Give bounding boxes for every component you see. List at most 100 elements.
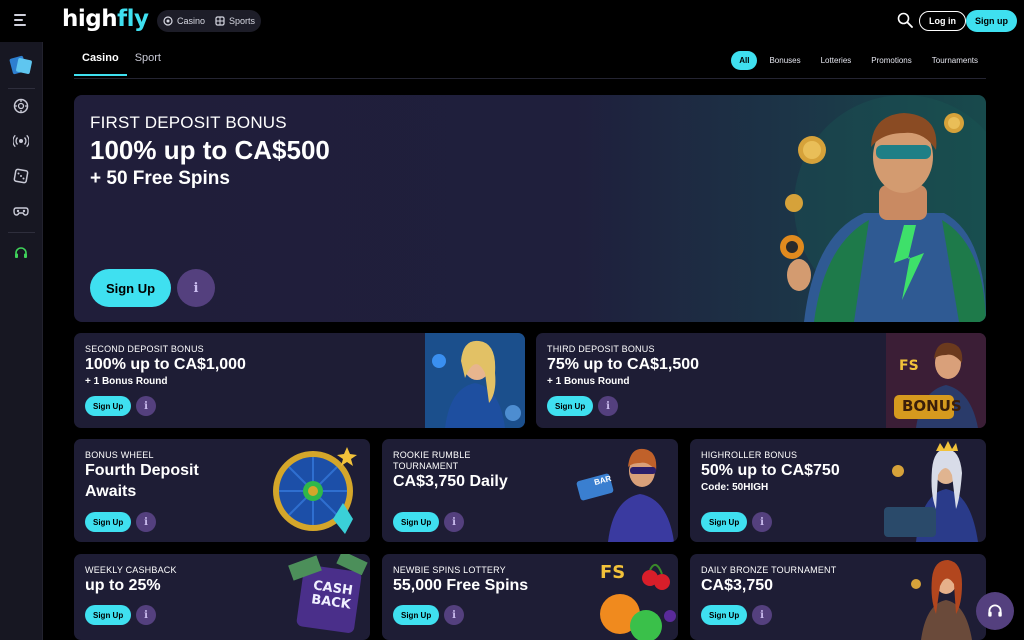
promo-card-highroller[interactable]: HIGHROLLER BONUS 50% up to CA$750 Code: … <box>690 439 986 542</box>
promo-card-weekly-cashback[interactable]: CASH BACK WEEKLY CASHBACK up to 25% Sign… <box>74 554 370 640</box>
info-button[interactable]: i <box>444 512 464 532</box>
promo-card-daily-bronze[interactable]: DAILY BRONZE TOURNAMENT CA$3,750 Sign Up… <box>690 554 986 640</box>
hero-banner: FIRST DEPOSIT BONUS 100% up to CA$500 + … <box>74 95 986 322</box>
signup-button[interactable]: Sign Up <box>85 605 132 625</box>
card-label: SECOND DEPOSIT BONUS <box>85 344 204 354</box>
bonus-badge: BONUS <box>902 397 962 415</box>
filter-tournaments[interactable]: Tournaments <box>924 51 986 70</box>
signup-button[interactable]: Sign Up <box>393 605 440 625</box>
promo-cards-icon[interactable] <box>9 54 33 76</box>
info-icon: i <box>606 400 610 412</box>
logo-text-high: high <box>62 6 118 32</box>
mode-sports-label: Sports <box>229 16 256 26</box>
info-button[interactable]: i <box>136 512 156 532</box>
info-icon: i <box>452 516 456 528</box>
tab-sport[interactable]: Sport <box>127 52 169 76</box>
card-label: NEWBIE SPINS LOTTERY <box>393 565 506 575</box>
header-signup-button[interactable]: Sign up <box>966 10 1017 32</box>
card-title: Fourth Deposit Awaits <box>85 462 199 500</box>
card-title: up to 25% <box>85 577 161 594</box>
fs-badge: FS <box>899 358 919 374</box>
signup-button[interactable]: Sign Up <box>701 512 748 532</box>
card-subtitle: + 1 Bonus Round <box>85 376 168 387</box>
info-icon: i <box>760 609 764 621</box>
info-button[interactable]: i <box>136 396 156 416</box>
tab-casino[interactable]: Casino <box>74 52 127 76</box>
card-subtitle: + 1 Bonus Round <box>547 376 630 387</box>
sidebar-divider <box>8 88 35 89</box>
superhero-illustration <box>780 95 986 322</box>
promo-card-newbie-spins[interactable]: FS NEWBIE SPINS LOTTERY 55,000 Free Spin… <box>382 554 678 640</box>
filter-lotteries[interactable]: Lotteries <box>813 51 860 70</box>
redhead-warrior-illustration <box>911 560 972 640</box>
hero-info-button[interactable]: i <box>177 269 215 307</box>
signup-button[interactable]: Sign Up <box>85 396 132 416</box>
search-icon[interactable] <box>897 12 913 28</box>
headset-icon <box>988 604 1002 617</box>
highfly-logo[interactable]: high fly <box>62 6 149 32</box>
bonus-wheel-illustration <box>273 447 357 534</box>
card-title: 100% up to CA$1,000 <box>85 356 246 373</box>
info-button[interactable]: i <box>598 396 618 416</box>
dice-icon[interactable] <box>13 168 29 184</box>
card-title: 75% up to CA$1,500 <box>547 356 700 373</box>
mode-switch: Casino Sports <box>157 10 262 32</box>
info-icon: i <box>144 400 148 412</box>
info-button[interactable]: i <box>444 605 464 625</box>
blonde-woman-illustration <box>425 333 525 428</box>
signup-button[interactable]: Sign Up <box>547 396 594 416</box>
card-title: 50% up to CA$750 <box>701 462 840 479</box>
promo-card-bonus-wheel[interactable]: BONUS WHEEL Fourth Deposit Awaits Sign U… <box>74 439 370 542</box>
sidebar-divider <box>8 232 35 233</box>
card-title: 55,000 Free Spins <box>393 577 529 594</box>
tabs-divider <box>74 78 986 79</box>
hero-signup-button[interactable]: Sign Up <box>90 269 171 307</box>
login-button[interactable]: Log in <box>919 11 966 31</box>
info-icon: i <box>452 609 456 621</box>
hero-subtitle: + 50 Free Spins <box>90 168 230 189</box>
card-subtitle: Code: 50HIGH <box>701 482 769 493</box>
category-tabs: Casino Sport <box>74 52 169 76</box>
info-icon: i <box>193 280 199 296</box>
info-button[interactable]: i <box>752 605 772 625</box>
casino-chip-icon[interactable] <box>13 98 29 114</box>
top-header: high fly Casino Sports Log in Sign up <box>0 0 1024 42</box>
support-chat-button[interactable] <box>976 592 1014 630</box>
fs-badge: FS <box>600 562 626 583</box>
info-button[interactable]: i <box>752 512 772 532</box>
mode-casino[interactable]: Casino <box>163 16 205 26</box>
card-label: ROOKIE RUMBLE TOURNAMENT <box>393 450 471 471</box>
info-icon: i <box>144 516 148 528</box>
menu-icon[interactable] <box>14 14 28 26</box>
info-icon: i <box>144 609 148 621</box>
mode-sports[interactable]: Sports <box>215 16 255 26</box>
support-headset-icon[interactable] <box>13 245 29 261</box>
cashback-badge: CASH BACK <box>310 578 353 612</box>
hero-title: 100% up to CA$500 <box>90 135 330 165</box>
card-title: CA$3,750 Daily <box>393 473 508 490</box>
rookie-hero-illustration <box>576 448 674 542</box>
live-casino-icon[interactable] <box>13 133 29 149</box>
filter-promotions[interactable]: Promotions <box>863 51 919 70</box>
filter-bonuses[interactable]: Bonuses <box>761 51 808 70</box>
promo-card-rookie-rumble[interactable]: BAR ROOKIE RUMBLE TOURNAMENT CA$3,750 Da… <box>382 439 678 542</box>
logo-text-fly: fly <box>117 6 149 32</box>
promo-card-third-deposit[interactable]: FS BONUS THIRD DEPOSIT BONUS 75% up to C… <box>536 333 986 428</box>
casino-chip-icon <box>163 16 173 26</box>
card-label: DAILY BRONZE TOURNAMENT <box>701 565 837 575</box>
esports-controller-icon[interactable] <box>13 203 29 219</box>
card-label: THIRD DEPOSIT BONUS <box>547 344 655 354</box>
signup-button[interactable]: Sign Up <box>701 605 748 625</box>
card-label: WEEKLY CASHBACK <box>85 565 177 575</box>
card-title: CA$3,750 <box>701 577 774 594</box>
info-button[interactable]: i <box>136 605 156 625</box>
signup-button[interactable]: Sign Up <box>85 512 132 532</box>
mode-casino-label: Casino <box>177 16 206 26</box>
sidebar <box>0 42 43 640</box>
info-icon: i <box>760 516 764 528</box>
promo-card-second-deposit[interactable]: SECOND DEPOSIT BONUS 100% up to CA$1,000… <box>74 333 525 428</box>
promo-filters: All Bonuses Lotteries Promotions Tournam… <box>731 51 986 70</box>
card-label: BONUS WHEEL <box>85 450 154 460</box>
signup-button[interactable]: Sign Up <box>393 512 440 532</box>
filter-all[interactable]: All <box>731 51 758 70</box>
